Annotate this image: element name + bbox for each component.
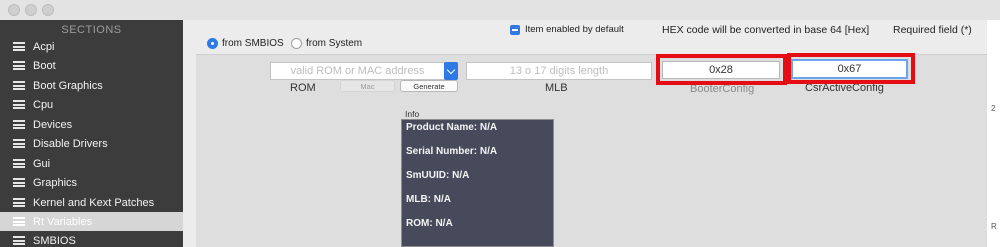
list-icon xyxy=(13,61,25,70)
list-icon xyxy=(13,236,25,245)
csr-active-config-highlight xyxy=(787,53,915,84)
item-enabled-checkbox[interactable]: Item enabled by default xyxy=(510,24,624,35)
zoom-window-button[interactable] xyxy=(42,4,54,16)
edge-glyph: R xyxy=(991,222,997,231)
list-icon xyxy=(13,217,25,226)
mlb-label: MLB xyxy=(545,82,568,94)
from-system-label: from System xyxy=(306,38,363,49)
info-line: MLB: N/A xyxy=(406,194,451,205)
sidebar-item-rt-variables[interactable]: Rt Variables xyxy=(0,212,183,231)
sidebar-item-disable-drivers[interactable]: Disable Drivers xyxy=(0,134,183,153)
required-note: Required field (*) xyxy=(893,24,972,36)
sidebar-item-label: Kernel and Kext Patches xyxy=(33,196,155,209)
sidebar-item-label: Boot Graphics xyxy=(33,79,103,92)
sidebar-item-devices[interactable]: Devices xyxy=(0,115,183,134)
booter-config-highlight xyxy=(656,54,787,85)
sidebar-item-smbios[interactable]: SMBIOS xyxy=(0,231,183,247)
rom-input[interactable]: valid ROM or MAC address xyxy=(270,62,445,80)
sidebar-item-acpi[interactable]: Acpi xyxy=(0,37,183,56)
info-text-area[interactable]: Product Name: N/A Serial Number: N/A SmU… xyxy=(401,119,554,247)
sidebar-item-boot[interactable]: Boot xyxy=(0,56,183,75)
list-icon xyxy=(13,81,25,90)
list-icon xyxy=(13,159,25,168)
sidebar-item-label: Acpi xyxy=(33,40,55,53)
rom-label: ROM xyxy=(290,82,316,94)
sidebar-item-label: Devices xyxy=(33,118,73,131)
checkbox-mixed-icon xyxy=(510,24,520,35)
mlb-input[interactable]: 13 o 17 digits length xyxy=(466,62,652,80)
list-icon xyxy=(13,198,25,207)
sidebar-item-label: Cpu xyxy=(33,98,54,111)
hex-note: HEX code will be converted in base 64 [H… xyxy=(662,24,870,36)
radio-checked-icon xyxy=(207,38,218,49)
sections-sidebar: SECTIONS Acpi Boot Boot Graphics Cpu Dev… xyxy=(0,20,183,247)
sidebar-item-label: Rt Variables xyxy=(33,215,93,228)
from-smbios-label: from SMBIOS xyxy=(222,38,284,49)
sidebar-item-cpu[interactable]: Cpu xyxy=(0,95,183,114)
sidebar-item-label: Graphics xyxy=(33,176,78,189)
info-line: SmUUID: N/A xyxy=(406,170,470,181)
mlb-placeholder: 13 o 17 digits length xyxy=(509,65,609,77)
info-line: ROM: N/A xyxy=(406,218,453,229)
sidebar-item-label: Gui xyxy=(33,157,51,170)
rom-dropdown-chevron-icon[interactable] xyxy=(444,62,458,80)
rom-placeholder: valid ROM or MAC address xyxy=(290,65,425,77)
radio-unchecked-icon xyxy=(291,38,302,49)
sidebar-item-label: Boot xyxy=(33,59,56,72)
info-line: Serial Number: N/A xyxy=(406,146,498,157)
info-label: Info xyxy=(405,109,420,119)
item-enabled-label: Item enabled by default xyxy=(525,24,624,35)
sidebar-item-label: Disable Drivers xyxy=(33,137,108,150)
sidebar-item-kernel-and-kext-patches[interactable]: Kernel and Kext Patches xyxy=(0,193,183,212)
sidebar-item-graphics[interactable]: Graphics xyxy=(0,173,183,192)
sidebar-item-boot-graphics[interactable]: Boot Graphics xyxy=(0,76,183,95)
mac-button[interactable]: Mac xyxy=(340,80,395,92)
window-titlebar xyxy=(0,0,1000,20)
list-icon xyxy=(13,139,25,148)
sidebar-item-gui[interactable]: Gui xyxy=(0,154,183,173)
list-icon xyxy=(13,178,25,187)
background-window-edge xyxy=(987,20,1000,247)
list-icon xyxy=(13,42,25,51)
from-system-radio[interactable]: from System xyxy=(291,38,362,49)
edge-glyph: 2 xyxy=(991,104,996,113)
close-window-button[interactable] xyxy=(8,4,20,16)
from-smbios-radio[interactable]: from SMBIOS xyxy=(207,38,284,49)
minimize-window-button[interactable] xyxy=(25,4,37,16)
list-icon xyxy=(13,120,25,129)
generate-button[interactable]: Generate xyxy=(400,80,458,92)
info-line: Product Name: N/A xyxy=(406,122,498,133)
sidebar-item-label: SMBIOS xyxy=(33,234,76,247)
list-icon xyxy=(13,100,25,109)
